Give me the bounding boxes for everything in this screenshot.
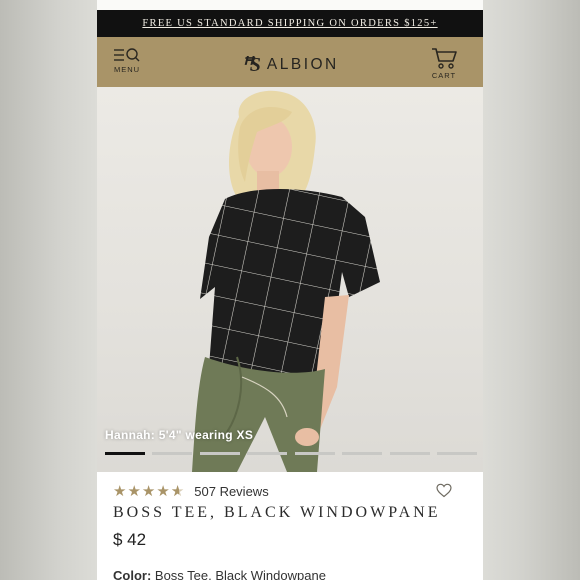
- background-right: [483, 0, 580, 580]
- phone-screen: FREE US STANDARD SHIPPING ON ORDERS $125…: [97, 10, 483, 580]
- cart-button[interactable]: CART: [427, 46, 461, 80]
- logo-text: ALBION: [266, 55, 339, 73]
- carousel-dot[interactable]: [294, 452, 335, 455]
- promo-banner[interactable]: FREE US STANDARD SHIPPING ON ORDERS $125…: [97, 10, 483, 37]
- star-icon: ★: [141, 483, 157, 500]
- star-rating: ★ ★ ★ ★ ★ ★: [113, 482, 185, 500]
- carousel-dot[interactable]: [247, 452, 288, 455]
- background-left: [0, 0, 97, 580]
- product-image-carousel[interactable]: Hannah: 5'4" wearing XS: [97, 87, 483, 472]
- carousel-dot[interactable]: [389, 452, 430, 455]
- star-icon: ★: [113, 483, 128, 500]
- carousel-dot[interactable]: [436, 452, 477, 455]
- color-label: Color:: [113, 568, 152, 580]
- star-icon: ★: [127, 483, 142, 500]
- cart-icon: [432, 48, 457, 69]
- half-star-fill: ★: [170, 483, 179, 500]
- product-title: BOSS TEE, BLACK WINDOWPANE: [113, 504, 441, 521]
- star-icon: ★: [156, 483, 171, 500]
- carousel-dot[interactable]: [199, 452, 240, 455]
- model-caption: Hannah: 5'4" wearing XS: [105, 428, 254, 442]
- promo-text[interactable]: FREE US STANDARD SHIPPING ON ORDERS $125…: [142, 18, 437, 29]
- albion-logo[interactable]: ꟸS ALBION: [97, 52, 483, 77]
- carousel-dot[interactable]: [152, 452, 193, 455]
- reviews-link[interactable]: 507 Reviews: [194, 484, 268, 499]
- rating-row[interactable]: ★ ★ ★ ★ ★ ★ 507 Reviews: [113, 479, 467, 503]
- carousel-dot[interactable]: [105, 452, 145, 455]
- logo-mark-icon: ꟸS: [241, 54, 261, 76]
- cart-label: CART: [431, 71, 457, 80]
- half-star-icon: ★ ★: [171, 482, 185, 500]
- product-price: $ 42: [113, 530, 147, 549]
- heart-icon[interactable]: [436, 483, 452, 498]
- product-photo: [192, 90, 380, 472]
- product-info: ★ ★ ★ ★ ★ ★ 507 Reviews BOSS TEE, BLACK W…: [97, 479, 483, 580]
- carousel-indicators: [105, 452, 477, 455]
- background-top: [97, 0, 483, 10]
- color-selection: Color: Boss Tee, Black Windowpane: [113, 568, 467, 580]
- carousel-dot[interactable]: [342, 452, 383, 455]
- color-value: Boss Tee, Black Windowpane: [154, 568, 326, 580]
- site-header: MENU ꟸS ALBION CART: [97, 37, 483, 87]
